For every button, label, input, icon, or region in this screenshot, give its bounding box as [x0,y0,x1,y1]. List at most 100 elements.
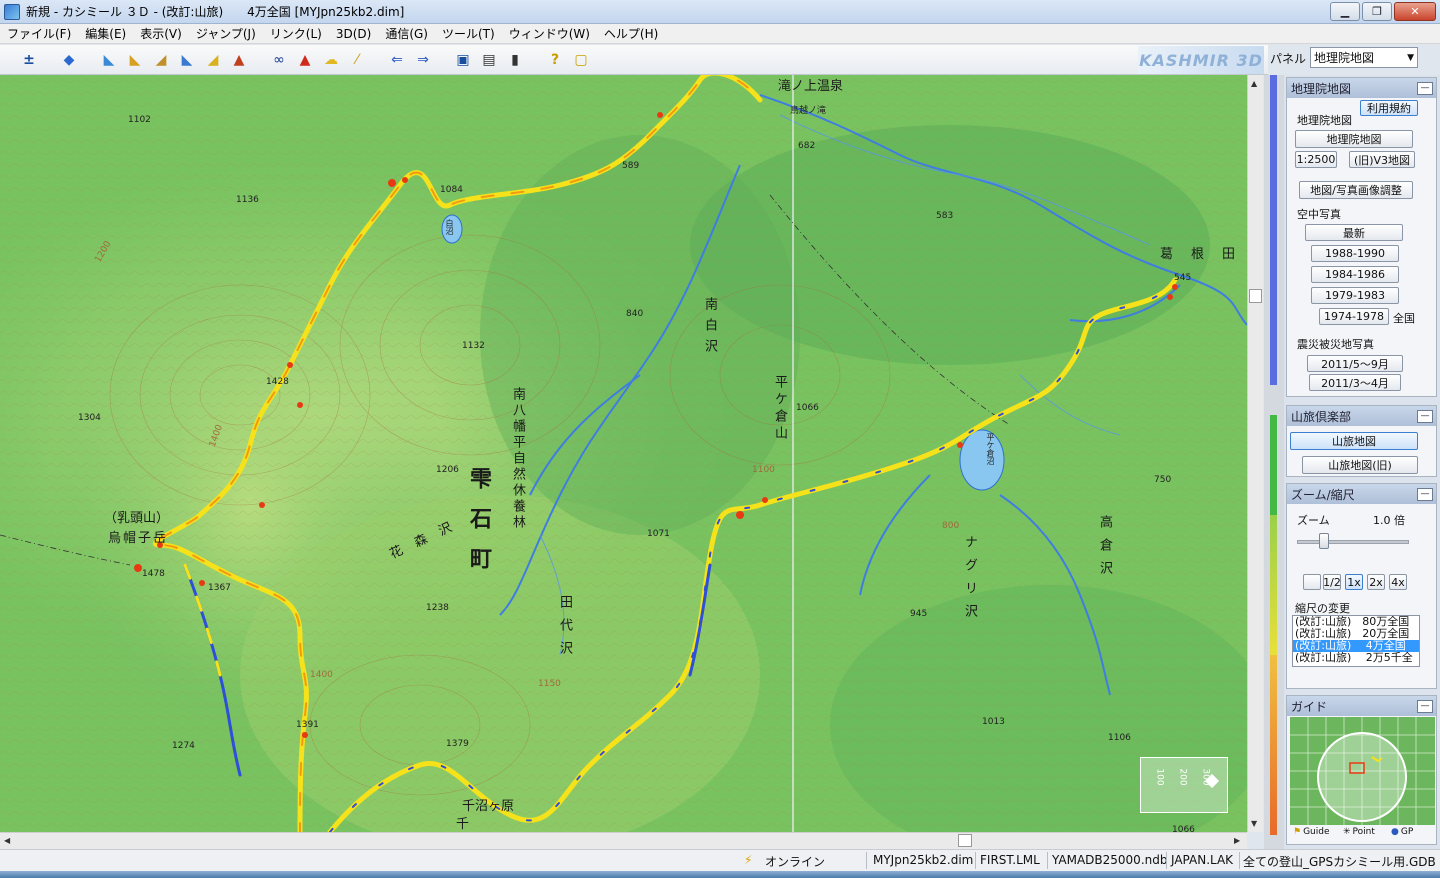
menu-tool[interactable]: ツール(T) [435,25,502,42]
toolbar: ± ◆ ◣ ◣ ◢ ◣ ◢ ▲ ∞ ▲ ☁ ⁄ ⇐ ⇒ ▣ ▤ ▮ ? ▢ [0,45,1268,75]
scale-change-label: 縮尺の変更 [1295,602,1350,615]
gps-tab-label: GP [1400,827,1414,837]
collapse-icon[interactable]: — [1417,487,1433,501]
scroll-up-icon[interactable]: ▲ [1251,79,1257,88]
zoom-slider-thumb[interactable] [1319,533,1329,549]
point-icon: ✳ [1343,827,1351,837]
menu-file[interactable]: ファイル(F) [0,25,78,42]
zoom-search-icon[interactable]: ± [18,49,40,71]
terms-button[interactable]: 利用規約 [1360,100,1418,116]
spot-height: 1013 [982,717,1005,727]
point-tab[interactable]: ✳ Point [1343,827,1375,837]
lightning-icon: ⚡ [744,853,753,867]
contour-icon[interactable]: ◣ [124,49,146,71]
image-adjust-button[interactable]: 地図/写真画像調整 [1299,181,1413,199]
scale-2500-button[interactable]: 1:2500 [1295,151,1337,168]
gsi-map-button[interactable]: 地理院地図 [1295,130,1413,148]
panel-select[interactable]: 地理院地図 ▼ [1310,47,1418,68]
nationwide-label: 全国 [1393,312,1415,325]
collapse-icon[interactable]: — [1417,409,1433,423]
map-vertical-scrollbar[interactable]: ▲ ▼ [1247,75,1263,832]
minimize-button[interactable]: ▁ [1330,2,1360,21]
context-help-icon[interactable]: ▢ [570,49,592,71]
binoculars-icon[interactable]: ∞ [268,49,290,71]
zoom-1x-button[interactable]: 1x [1345,574,1363,590]
v3-map-button[interactable]: (旧)V3地図 [1349,151,1415,168]
zoom-4x-button[interactable]: 4x [1389,574,1407,590]
map-horizontal-scrollbar[interactable]: ◀ ▶ [0,832,1247,849]
menu-window[interactable]: ウィンドウ(W) [502,25,597,42]
map-label-park: 南八幡平自然休養林 [510,387,525,531]
collapse-icon[interactable]: — [1417,699,1433,713]
guide-section: ガイド — ⚑ Guide ✳ Point ● GP [1286,695,1437,845]
collapse-icon[interactable]: — [1417,81,1433,95]
aerial-1988-button[interactable]: 1988-1990 [1311,245,1399,262]
menu-edit[interactable]: 編集(E) [78,25,133,42]
elevation-icon[interactable]: ◢ [150,49,172,71]
zoom-slider-track[interactable] [1297,540,1409,544]
close-button[interactable]: ✕ [1394,2,1436,21]
yamatabi-old-map-button[interactable]: 山旅地図(旧) [1302,456,1418,474]
device-icon[interactable]: ▮ [504,49,526,71]
menu-help[interactable]: ヘルプ(H) [597,25,665,42]
disaster-label: 震災被災地写真 [1297,338,1374,351]
horizontal-scroll-thumb[interactable] [958,834,972,847]
ruler-icon[interactable]: ⁄ [346,49,368,71]
scroll-down-icon[interactable]: ▼ [1251,819,1257,828]
contour-label: 1100 [752,465,775,475]
zoom-blank-button[interactable] [1303,574,1321,590]
panel-splitter[interactable] [1264,75,1284,849]
map-view[interactable]: 滝ノ上温泉 鳥越ノ滝 白沼 葛根田 南白沢 平ケ倉山 平ケ倉沼 南八幡平自然休養… [0,75,1247,832]
menu-view[interactable]: 表示(V) [133,25,189,42]
app-icon[interactable] [4,3,20,20]
help-icon[interactable]: ? [544,49,566,71]
zoom-header: ズーム/縮尺 — [1287,484,1436,504]
guide-tab[interactable]: ⚑ Guide [1293,827,1330,837]
guide-minimap[interactable] [1290,717,1435,825]
map-view-icon[interactable]: ◣ [98,49,120,71]
spot-height: 840 [626,309,644,319]
disaster-2011a-button[interactable]: 2011/5～9月 [1307,355,1403,372]
vertical-scroll-thumb[interactable] [1249,289,1262,303]
scroll-right-icon[interactable]: ▶ [1234,836,1240,845]
peak-icon[interactable]: ▲ [294,49,316,71]
yamatabi-map-button[interactable]: 山旅地図 [1290,432,1418,450]
back-arrow-icon[interactable]: ⇐ [386,49,408,71]
spot-height: 1238 [426,603,449,613]
maximize-button[interactable]: ❐ [1362,2,1392,21]
status-lak: JAPAN.LAK [1171,853,1234,867]
spot-height: 750 [1154,475,1172,485]
scale-listbox[interactable]: (改訂:山旅) 80万全国 (改訂:山旅) 20万全国 (改訂:山旅) 4万全国… [1292,615,1420,667]
aerial-latest-button[interactable]: 最新 [1305,224,1403,241]
rail-segment-orange [1270,655,1277,835]
aerial-1984-button[interactable]: 1984-1986 [1311,266,1399,283]
disaster-2011b-button[interactable]: 2011/3～4月 [1309,374,1401,391]
scale-tick: 100 [1154,768,1165,786]
map-label-onsen: 滝ノ上温泉 [778,79,844,94]
layer-icon[interactable]: ◆ [58,49,80,71]
map-label-kuzune: 葛根田 [1160,247,1247,262]
scroll-left-icon[interactable]: ◀ [4,836,10,845]
scale-indicator: 100 200 300 [1140,757,1228,813]
aerial-label: 空中写真 [1297,208,1341,221]
spot-height: 1084 [440,185,463,195]
map-label-nyuto: （乳頭山） [104,511,170,526]
menu-comm[interactable]: 通信(G) [378,25,435,42]
3d-view-icon[interactable]: ▣ [452,49,474,71]
terrain-icon[interactable]: ◢ [202,49,224,71]
menu-link[interactable]: リンク(L) [263,25,329,42]
cloud-icon[interactable]: ☁ [320,49,342,71]
scale-option[interactable]: (改訂:山旅) 2万5千全 [1293,652,1419,664]
aerial-1974-button[interactable]: 1974-1978 [1319,308,1389,325]
menu-3d[interactable]: 3D(D) [329,27,378,41]
zoom-half-button[interactable]: 1/2 [1323,574,1341,590]
zoom-title: ズーム/縮尺 [1291,487,1355,502]
gps-tab[interactable]: ● GP [1391,827,1413,837]
film-icon[interactable]: ▤ [478,49,500,71]
forward-arrow-icon[interactable]: ⇒ [412,49,434,71]
mountain-icon[interactable]: ▲ [228,49,250,71]
zoom-2x-button[interactable]: 2x [1367,574,1385,590]
water-icon[interactable]: ◣ [176,49,198,71]
aerial-1979-button[interactable]: 1979-1983 [1311,287,1399,304]
menu-jump[interactable]: ジャンプ(J) [189,25,263,42]
